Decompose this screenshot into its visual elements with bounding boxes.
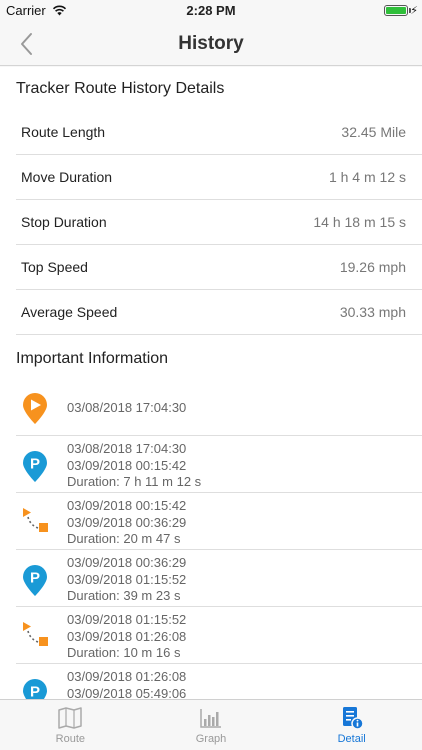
event-start-time: 03/09/2018 00:15:42 [67, 498, 187, 513]
detail-value: 1 h 4 m 12 s [328, 169, 406, 185]
tab-label: Graph [195, 733, 227, 745]
page-title: History [178, 33, 244, 54]
event-row-move[interactable]: 03/09/2018 01:15:52 03/09/2018 01:26:08 … [16, 607, 422, 664]
event-end-time: 03/09/2018 00:36:29 [67, 514, 187, 530]
tab-bar: Route Graph Detail [0, 699, 422, 750]
tab-graph[interactable]: Graph [141, 700, 282, 750]
detail-value: 32.45 Mile [341, 124, 406, 140]
detail-label: Average Speed [21, 304, 118, 320]
map-icon [58, 707, 83, 729]
detail-label: Stop Duration [21, 214, 107, 230]
parking-pin-icon: P [23, 451, 47, 482]
svg-text:P: P [30, 570, 40, 587]
detail-label: Top Speed [21, 259, 88, 275]
event-row-parking[interactable]: P 03/08/2018 17:04:30 03/09/2018 00:15:4… [16, 436, 422, 493]
parking-pin-icon: P [23, 565, 47, 596]
event-row-move[interactable]: 03/09/2018 00:15:42 03/09/2018 00:36:29 … [16, 493, 422, 550]
details-section-header: Tracker Route History Details [0, 67, 422, 110]
event-start-time: 03/09/2018 01:26:08 [67, 669, 187, 684]
detail-label: Move Duration [21, 169, 113, 185]
svg-text:P: P [30, 456, 40, 473]
event-duration: Duration: 39 m 23 s [67, 588, 181, 603]
bar-chart-icon [200, 709, 221, 728]
status-bar: Carrier 2:28 PM ⚡ [0, 0, 422, 22]
battery-icon [384, 5, 408, 16]
detail-document-icon [342, 707, 364, 730]
event-row-parking[interactable]: P 03/09/2018 01:26:08 03/09/2018 05:49:0… [16, 664, 422, 699]
event-end-time: 03/09/2018 01:15:52 [67, 571, 187, 587]
tab-route[interactable]: Route [0, 700, 141, 750]
event-duration: Duration: 10 m 16 s [67, 645, 181, 660]
charging-bolt-icon: ⚡ [410, 5, 418, 17]
event-start-time: 03/09/2018 01:15:52 [67, 612, 187, 627]
detail-row-route-length: Route Length 32.45 Mile [16, 110, 422, 155]
tab-label: Route [55, 733, 86, 745]
detail-value: 19.26 mph [339, 259, 406, 275]
detail-label: Route Length [21, 124, 106, 140]
event-start-time: 03/08/2018 17:04:30 [67, 441, 187, 456]
event-row-parking[interactable]: P 03/09/2018 00:36:29 03/09/2018 01:15:5… [16, 550, 422, 607]
detail-row-stop-duration: Stop Duration 14 h 18 m 15 s [16, 200, 422, 245]
event-duration: Duration: 20 m 47 s [67, 531, 181, 546]
important-info-header: Important Information [16, 350, 169, 367]
detail-row-move-duration: Move Duration 1 h 4 m 12 s [16, 155, 422, 200]
event-duration: Duration: 7 h 11 m 12 s [67, 474, 202, 489]
tab-label: Detail [337, 733, 366, 745]
history-detail-list[interactable]: Tracker Route History Details Route Leng… [0, 67, 422, 699]
detail-value: 14 h 18 m 15 s [313, 214, 406, 230]
event-end-time: 03/09/2018 01:26:08 [67, 628, 187, 644]
event-start-time: 03/09/2018 00:36:29 [67, 555, 187, 570]
svg-text:P: P [30, 684, 40, 700]
event-end-time: 03/09/2018 00:15:42 [67, 457, 187, 473]
event-row-start[interactable]: 03/08/2018 17:04:30 [16, 381, 422, 436]
event-time: 03/08/2018 17:04:30 [67, 400, 187, 415]
detail-row-average-speed: Average Speed 30.33 mph [16, 290, 422, 335]
detail-row-top-speed: Top Speed 19.26 mph [16, 245, 422, 290]
detail-value: 30.33 mph [339, 304, 406, 320]
route-move-icon [23, 508, 48, 532]
navigation-bar: History [0, 22, 422, 66]
event-end-time: 03/09/2018 05:49:06 [67, 685, 187, 700]
route-move-icon [23, 622, 48, 646]
play-pin-icon [23, 393, 47, 424]
parking-pin-icon: P [23, 679, 47, 700]
clock: 2:28 PM [186, 3, 236, 18]
tab-detail[interactable]: Detail [281, 700, 422, 750]
